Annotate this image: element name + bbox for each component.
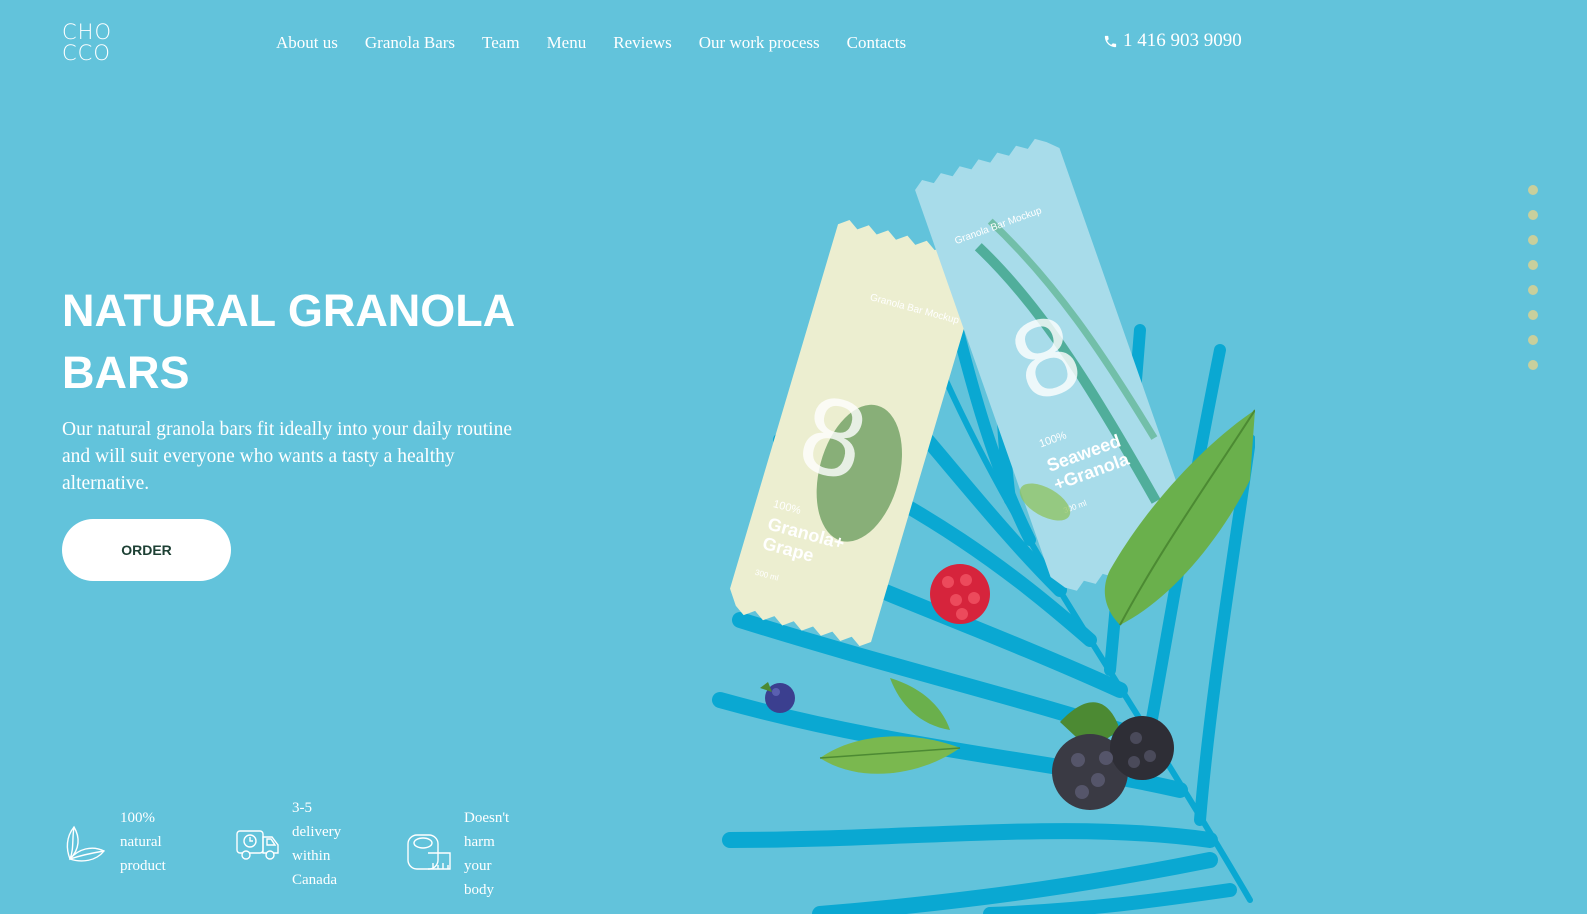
pagination-dot[interactable] bbox=[1528, 335, 1538, 345]
phone-icon bbox=[1104, 35, 1117, 47]
feature-delivery-line-3: Canada bbox=[292, 872, 337, 888]
feature-delivery-line-1: 3-5 delivery bbox=[292, 800, 342, 840]
feature-natural-line-2: product bbox=[120, 858, 166, 874]
feature-healthy-line-1: Doesn't harm bbox=[464, 810, 510, 850]
nav-menu[interactable]: Menu bbox=[547, 33, 587, 53]
measuring-tape-icon bbox=[407, 834, 451, 870]
phone-link[interactable]: 1 416 903 9090 bbox=[1103, 30, 1242, 52]
pagination-dot[interactable] bbox=[1528, 260, 1538, 270]
feature-healthy-line-2: your body bbox=[464, 858, 494, 898]
hero-title-line-1: NATURAL GRANOLA bbox=[62, 285, 516, 336]
main-nav: About us Granola Bars Team Menu Reviews … bbox=[276, 33, 906, 53]
pagination-dot[interactable] bbox=[1528, 360, 1538, 370]
logo-line-2: CCO bbox=[62, 41, 111, 65]
feature-delivery: 3-5 delivery within Canada bbox=[234, 796, 341, 892]
feature-natural: 100% natural product bbox=[62, 806, 166, 878]
pagination-dot[interactable] bbox=[1528, 235, 1538, 245]
feature-delivery-line-2: within bbox=[292, 848, 331, 864]
product-image: Granola Bar Mockup 8 100% Granola+ Grape… bbox=[712, 138, 1255, 914]
logo[interactable]: CHO CCO bbox=[62, 22, 112, 64]
phone-number: 1 416 903 9090 bbox=[1123, 30, 1242, 51]
pagination-dot[interactable] bbox=[1528, 210, 1538, 220]
pagination-dot[interactable] bbox=[1528, 285, 1538, 295]
delivery-truck-icon bbox=[236, 830, 279, 860]
nav-contacts[interactable]: Contacts bbox=[847, 33, 907, 53]
feature-healthy: Doesn't harm your body bbox=[406, 806, 509, 902]
pagination-dot[interactable] bbox=[1528, 310, 1538, 320]
feature-natural-line-1: 100% natural bbox=[120, 810, 162, 850]
nav-reviews[interactable]: Reviews bbox=[613, 33, 672, 53]
green-leaf-bottom-image bbox=[820, 736, 960, 774]
hero-title: NATURAL GRANOLA BARS bbox=[62, 280, 542, 404]
logo-line-1: CHO bbox=[62, 20, 112, 44]
hero-description: Our natural granola bars fit ideally int… bbox=[62, 419, 512, 494]
section-pagination bbox=[1528, 185, 1538, 370]
leaf-icon bbox=[66, 825, 106, 862]
nav-granola-bars[interactable]: Granola Bars bbox=[365, 33, 455, 53]
hero-title-line-2: BARS bbox=[62, 347, 190, 398]
nav-about-us[interactable]: About us bbox=[276, 33, 338, 53]
order-button[interactable]: ORDER bbox=[62, 519, 231, 581]
pagination-dot[interactable] bbox=[1528, 185, 1538, 195]
nav-work-process[interactable]: Our work process bbox=[699, 33, 820, 53]
nav-team[interactable]: Team bbox=[482, 33, 520, 53]
raspberry-image bbox=[930, 564, 990, 624]
